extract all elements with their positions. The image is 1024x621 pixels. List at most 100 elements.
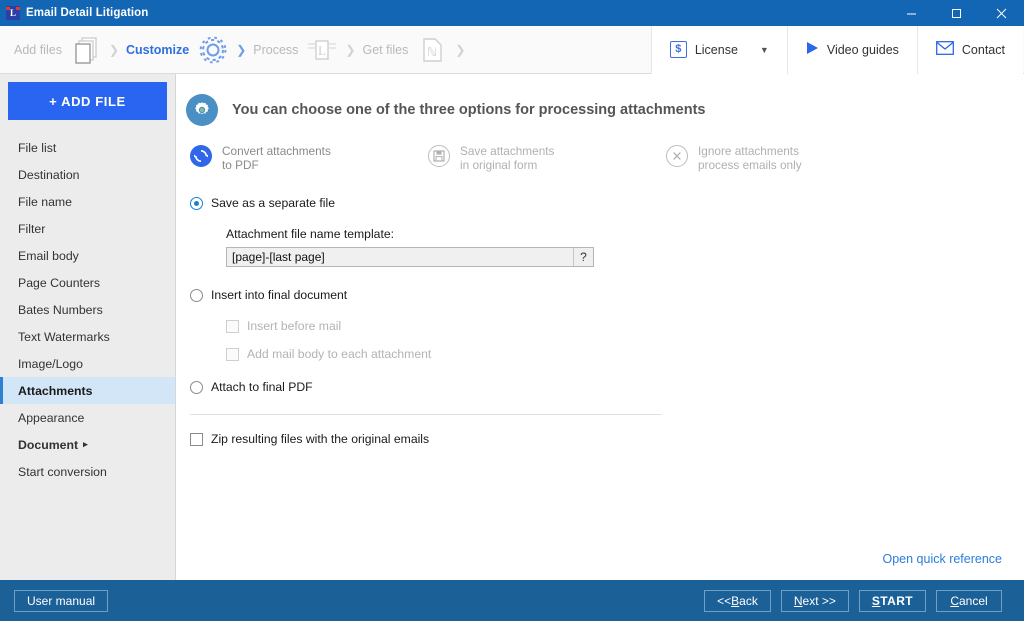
sidebar-item-label: Destination <box>18 167 80 182</box>
app-logo-icon: L <box>6 6 20 20</box>
step-get-files[interactable]: Get files ℕ <box>363 34 450 66</box>
app-logo-letter: L <box>9 7 16 18</box>
option-save-line1: Save attachments <box>460 144 555 158</box>
video-guides-button[interactable]: Video guides <box>786 25 917 74</box>
start-button[interactable]: S TART <box>858 589 926 612</box>
contact-label: Contact <box>961 42 1005 57</box>
gear-icon <box>196 34 230 66</box>
step-process[interactable]: Process L <box>253 34 339 66</box>
application-window: L Email Detail Litigation Add files ❯ Cu… <box>0 0 1024 621</box>
section-divider <box>190 414 662 415</box>
sidebar-item-file-list[interactable]: File list <box>0 134 175 161</box>
main-content: You can choose one of the three options … <box>176 74 1024 580</box>
attachment-options: Convert attachments to PDF Save attachme… <box>176 126 1024 172</box>
sidebar-item-file-name[interactable]: File name <box>0 188 175 215</box>
attachment-template-input[interactable] <box>227 248 573 266</box>
sidebar-item-email-body[interactable]: Email body <box>0 242 175 269</box>
option-ignore-label: Ignore attachments process emails only <box>698 144 802 172</box>
breadcrumb-separator: ❯ <box>108 42 120 57</box>
window-title: Email Detail Litigation <box>26 7 149 19</box>
step-customize[interactable]: Customize <box>126 34 230 66</box>
open-quick-reference-link[interactable]: Open quick reference <box>882 552 1002 566</box>
option-ignore-attachments[interactable]: Ignore attachments process emails only <box>666 144 904 172</box>
body-region: + ADD FILE File list Destination File na… <box>0 74 1024 580</box>
cancel-x-icon <box>666 145 688 167</box>
sidebar-item-page-counters[interactable]: Page Counters <box>0 269 175 296</box>
step-add-files[interactable]: Add files <box>14 34 103 66</box>
option-convert-label: Convert attachments to PDF <box>222 144 331 172</box>
sidebar-item-label: Attachments <box>18 383 93 398</box>
option-convert-line1: Convert attachments <box>222 144 331 158</box>
radio-insert-final[interactable] <box>190 288 203 302</box>
checkbox-insert-before-mail <box>226 319 239 333</box>
sidebar-item-appearance[interactable]: Appearance <box>0 404 175 431</box>
radio-attach-final-pdf[interactable] <box>190 380 203 394</box>
radio-save-separate-label: Save as a separate file <box>211 196 335 210</box>
radio-insert-final-row[interactable]: Insert into final document <box>190 284 1024 306</box>
cancel-button[interactable]: Cancel <box>936 589 1002 612</box>
sidebar-item-filter[interactable]: Filter <box>0 215 175 242</box>
save-disk-icon <box>428 145 450 167</box>
sidebar: + ADD FILE File list Destination File na… <box>0 74 176 580</box>
radio-save-separate[interactable] <box>190 196 203 210</box>
radio-attach-final-pdf-row[interactable]: Attach to final PDF <box>190 376 1024 398</box>
attachment-form: Save as a separate file Attachment file … <box>176 172 1024 398</box>
checkbox-add-mail-body-row: Add mail body to each attachment <box>226 343 1024 365</box>
checkbox-insert-before-mail-label: Insert before mail <box>247 319 342 333</box>
convert-icon <box>190 145 212 167</box>
radio-insert-final-label: Insert into final document <box>211 288 348 302</box>
help-button[interactable]: ? <box>573 248 593 266</box>
option-save-line2: in original form <box>460 158 538 172</box>
breadcrumb-separator: ❯ <box>236 42 247 57</box>
option-convert-attachments[interactable]: Convert attachments to PDF <box>190 144 428 172</box>
template-label: Attachment file name template: <box>226 227 395 241</box>
envelope-icon <box>935 41 954 58</box>
option-ignore-line1: Ignore attachments <box>698 144 799 158</box>
add-file-button[interactable]: + ADD FILE <box>8 82 167 120</box>
sidebar-item-label: File list <box>18 140 57 155</box>
toolbar-actions: $ License ▼ Video guides Contact <box>650 25 1024 74</box>
template-input-wrap: ? <box>226 247 594 267</box>
sidebar-item-label: Text Watermarks <box>18 329 110 344</box>
sidebar-item-image-logo[interactable]: Image/Logo <box>0 350 175 377</box>
step-process-label: Process <box>253 42 299 57</box>
sidebar-item-attachments[interactable]: Attachments <box>0 377 175 404</box>
checkbox-zip-resulting[interactable] <box>190 432 203 446</box>
play-icon <box>806 41 819 58</box>
maximize-icon[interactable] <box>934 0 979 26</box>
step-breadcrumb: Add files ❯ Customize ❯ Process L ❯ Get … <box>0 34 472 66</box>
radio-save-separate-row[interactable]: Save as a separate file <box>190 192 1024 214</box>
user-manual-button[interactable]: User manual <box>14 589 109 612</box>
back-button[interactable]: << Back <box>704 589 771 612</box>
page-title: You can choose one of the three options … <box>232 102 706 118</box>
close-icon[interactable] <box>979 0 1024 26</box>
minimize-icon[interactable] <box>889 0 934 26</box>
footer-bar: User manual << Back Next >> S TART Cancel <box>0 580 1024 621</box>
checkbox-add-mail-body <box>226 347 239 361</box>
sidebar-item-bates-numbers[interactable]: Bates Numbers <box>0 296 175 323</box>
radio-attach-final-pdf-label: Attach to final PDF <box>211 380 313 394</box>
sidebar-item-document[interactable]: Document ▸ <box>0 431 175 458</box>
sidebar-item-label: Image/Logo <box>18 356 83 371</box>
checkbox-zip-resulting-label: Zip resulting files with the original em… <box>211 432 430 446</box>
sidebar-item-start-conversion[interactable]: Start conversion <box>0 458 175 485</box>
license-button[interactable]: $ License ▼ <box>650 25 787 74</box>
next-button[interactable]: Next >> <box>780 589 849 612</box>
checkbox-zip-resulting-row[interactable]: Zip resulting files with the original em… <box>190 428 1024 450</box>
option-save-original[interactable]: Save attachments in original form <box>428 144 666 172</box>
contact-button[interactable]: Contact <box>916 25 1023 74</box>
checkbox-insert-before-mail-row: Insert before mail <box>226 315 1024 337</box>
toolbar: Add files ❯ Customize ❯ Process L ❯ Get … <box>0 25 1024 74</box>
sidebar-nav: File list Destination File name Filter E… <box>0 130 175 485</box>
sidebar-item-label: Start conversion <box>18 464 107 479</box>
sidebar-item-label: File name <box>18 194 72 209</box>
sidebar-item-label: Bates Numbers <box>18 302 103 317</box>
sidebar-item-label: Filter <box>18 221 46 236</box>
sidebar-item-text-watermarks[interactable]: Text Watermarks <box>0 323 175 350</box>
chevron-down-icon[interactable]: ▼ <box>760 45 769 55</box>
svg-text:ℕ: ℕ <box>428 45 438 59</box>
checkbox-add-mail-body-label: Add mail body to each attachment <box>247 347 432 361</box>
sidebar-item-label: Email body <box>18 248 79 263</box>
sidebar-item-destination[interactable]: Destination <box>0 161 175 188</box>
chevron-right-icon: ▸ <box>83 439 88 449</box>
